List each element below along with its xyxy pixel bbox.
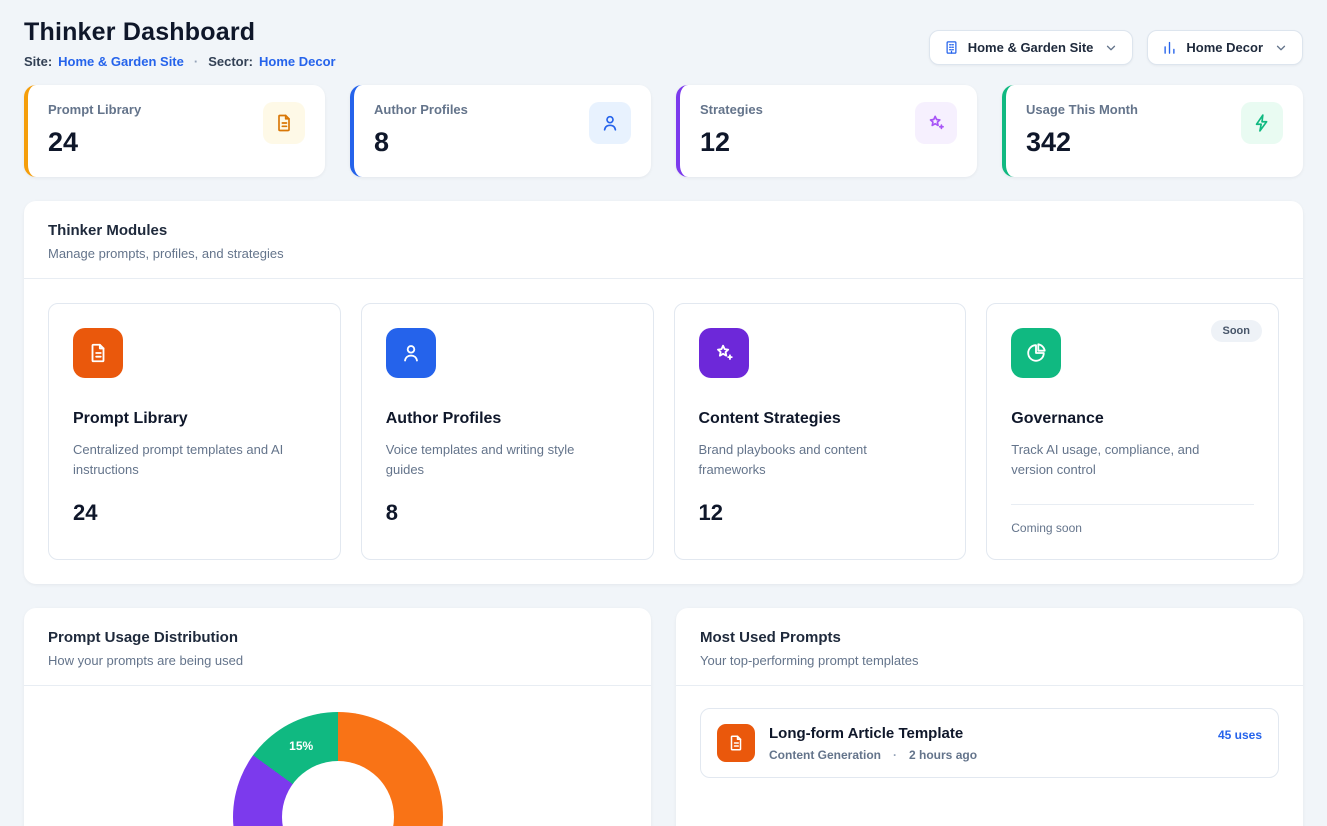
module-description: Centralized prompt templates and AI inst…: [73, 440, 303, 480]
modules-subtitle: Manage prompts, profiles, and strategies: [48, 246, 1279, 261]
prompt-item-info: Long-form Article Template Content Gener…: [769, 725, 977, 762]
stat-card-usage: Usage This Month 342: [1002, 85, 1303, 177]
sector-label: Sector:: [208, 54, 253, 69]
stat-label: Prompt Library: [48, 102, 141, 117]
stat-card-prompt-library: Prompt Library 24: [24, 85, 325, 177]
sector-link[interactable]: Home Decor: [259, 54, 336, 69]
coming-soon-text: Coming soon: [1011, 504, 1254, 535]
module-description: Voice templates and writing style guides: [386, 440, 616, 480]
usage-distribution-card: Prompt Usage Distribution How your promp…: [24, 608, 651, 826]
module-card-content-strategies[interactable]: Content Strategies Brand playbooks and c…: [674, 303, 967, 560]
stat-label: Usage This Month: [1026, 102, 1138, 117]
bar-chart-icon: [1162, 40, 1177, 55]
chevron-down-icon: [1104, 41, 1118, 55]
sparkle-star-icon: [915, 102, 957, 144]
prompt-category: Content Generation: [769, 748, 881, 762]
module-title: Author Profiles: [386, 410, 629, 428]
modules-grid: Prompt Library Centralized prompt templa…: [24, 279, 1303, 584]
modules-title: Thinker Modules: [48, 222, 1279, 239]
module-count: 12: [699, 500, 942, 526]
site-selector-label: Home & Garden Site: [968, 40, 1094, 55]
usage-distribution-header: Prompt Usage Distribution How your promp…: [24, 608, 651, 686]
bottom-row: Prompt Usage Distribution How your promp…: [24, 608, 1303, 826]
module-count: 8: [386, 500, 629, 526]
stat-label: Strategies: [700, 102, 763, 117]
sparkle-star-icon: [699, 328, 749, 378]
document-icon: [717, 724, 755, 762]
module-description: Brand playbooks and content frameworks: [699, 440, 929, 480]
lightning-icon: [1241, 102, 1283, 144]
site-label: Site:: [24, 54, 52, 69]
usage-distribution-subtitle: How your prompts are being used: [48, 653, 627, 668]
breadcrumb: Site: Home & Garden Site · Sector: Home …: [24, 54, 336, 69]
stat-info: Prompt Library 24: [48, 102, 141, 158]
modules-header: Thinker Modules Manage prompts, profiles…: [24, 201, 1303, 279]
document-icon: [73, 328, 123, 378]
site-selector-dropdown[interactable]: Home & Garden Site: [929, 30, 1134, 65]
soon-badge: Soon: [1211, 320, 1263, 342]
usage-chart-area: 15%: [24, 686, 651, 826]
donut-segment-label: 15%: [289, 739, 313, 753]
module-title: Prompt Library: [73, 410, 316, 428]
chevron-down-icon: [1274, 41, 1288, 55]
person-icon: [386, 328, 436, 378]
list-item[interactable]: Long-form Article Template Content Gener…: [700, 708, 1279, 778]
stat-info: Strategies 12: [700, 102, 763, 158]
stat-value: 24: [48, 127, 141, 158]
most-used-prompts-title: Most Used Prompts: [700, 629, 1279, 646]
document-icon: [263, 102, 305, 144]
breadcrumb-separator: ·: [194, 54, 198, 69]
header-left: Thinker Dashboard Site: Home & Garden Si…: [24, 18, 336, 69]
module-card-governance[interactable]: Soon Governance Track AI usage, complian…: [986, 303, 1279, 560]
prompts-list: Long-form Article Template Content Gener…: [676, 686, 1303, 800]
sector-selector-label: Home Decor: [1186, 40, 1263, 55]
page-title: Thinker Dashboard: [24, 18, 336, 47]
sector-selector-dropdown[interactable]: Home Decor: [1147, 30, 1303, 65]
site-link[interactable]: Home & Garden Site: [58, 54, 184, 69]
building-icon: [944, 40, 959, 55]
stat-value: 8: [374, 127, 468, 158]
donut-hole: [282, 761, 394, 826]
prompt-time: 2 hours ago: [909, 748, 977, 762]
prompt-title: Long-form Article Template: [769, 725, 977, 742]
module-title: Content Strategies: [699, 410, 942, 428]
stat-card-author-profiles: Author Profiles 8: [350, 85, 651, 177]
usage-donut: 15%: [233, 712, 443, 826]
modules-section: Thinker Modules Manage prompts, profiles…: [24, 201, 1303, 584]
stat-label: Author Profiles: [374, 102, 468, 117]
stat-info: Usage This Month 342: [1026, 102, 1138, 158]
stat-card-strategies: Strategies 12: [676, 85, 977, 177]
person-icon: [589, 102, 631, 144]
module-count: 24: [73, 500, 316, 526]
uses-badge: 45 uses: [1218, 728, 1262, 742]
most-used-prompts-card: Most Used Prompts Your top-performing pr…: [676, 608, 1303, 826]
stat-value: 342: [1026, 127, 1138, 158]
most-used-prompts-header: Most Used Prompts Your top-performing pr…: [676, 608, 1303, 686]
stat-value: 12: [700, 127, 763, 158]
header: Thinker Dashboard Site: Home & Garden Si…: [24, 18, 1303, 69]
module-title: Governance: [1011, 410, 1254, 428]
prompt-meta: Content Generation · 2 hours ago: [769, 748, 977, 762]
stats-row: Prompt Library 24 Author Profiles 8 Stra…: [24, 85, 1303, 177]
header-selectors: Home & Garden Site Home Decor: [929, 30, 1303, 65]
module-description: Track AI usage, compliance, and version …: [1011, 440, 1241, 480]
most-used-prompts-subtitle: Your top-performing prompt templates: [700, 653, 1279, 668]
pie-chart-icon: [1011, 328, 1061, 378]
stat-info: Author Profiles 8: [374, 102, 468, 158]
module-card-prompt-library[interactable]: Prompt Library Centralized prompt templa…: [48, 303, 341, 560]
dashboard-page: Thinker Dashboard Site: Home & Garden Si…: [0, 0, 1327, 826]
meta-separator: ·: [893, 748, 897, 762]
usage-distribution-title: Prompt Usage Distribution: [48, 629, 627, 646]
module-card-author-profiles[interactable]: Author Profiles Voice templates and writ…: [361, 303, 654, 560]
